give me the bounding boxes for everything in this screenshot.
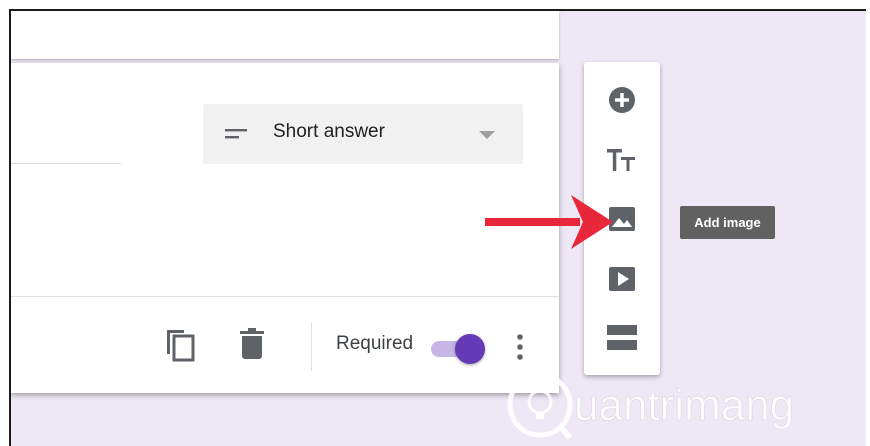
video-play-icon [609,267,635,291]
form-editor-canvas: Short answer Required Add image uantrima… [9,9,866,446]
title-tt-icon [607,149,635,171]
duplicate-icon[interactable] [164,326,196,362]
previous-card-edge [11,11,559,59]
required-label: Required [336,333,414,354]
question-title-underline [11,163,121,164]
chevron-down-icon [479,131,495,139]
required-toggle[interactable] [431,334,489,364]
add-video-button[interactable] [598,255,646,303]
question-card[interactable]: Short answer Required [11,63,559,393]
add-section-button[interactable] [598,314,646,362]
add-title-description-button[interactable] [598,136,646,184]
question-type-label: Short answer [273,121,385,142]
more-vert-icon[interactable] [511,331,529,363]
add-circle-icon [609,87,635,113]
delete-icon[interactable] [240,328,264,360]
card-footer-divider [11,296,559,297]
toggle-thumb [455,334,485,364]
footer-separator [311,323,312,371]
red-pointer-arrow [485,195,613,249]
short-text-lines-icon [225,129,247,139]
question-type-dropdown[interactable]: Short answer [203,104,523,164]
add-question-button[interactable] [598,76,646,124]
watermark-logo: uantrimang [507,372,794,440]
watermark-text: uantrimang [574,381,794,430]
section-icon [607,325,637,350]
add-image-tooltip: Add image [680,206,775,239]
